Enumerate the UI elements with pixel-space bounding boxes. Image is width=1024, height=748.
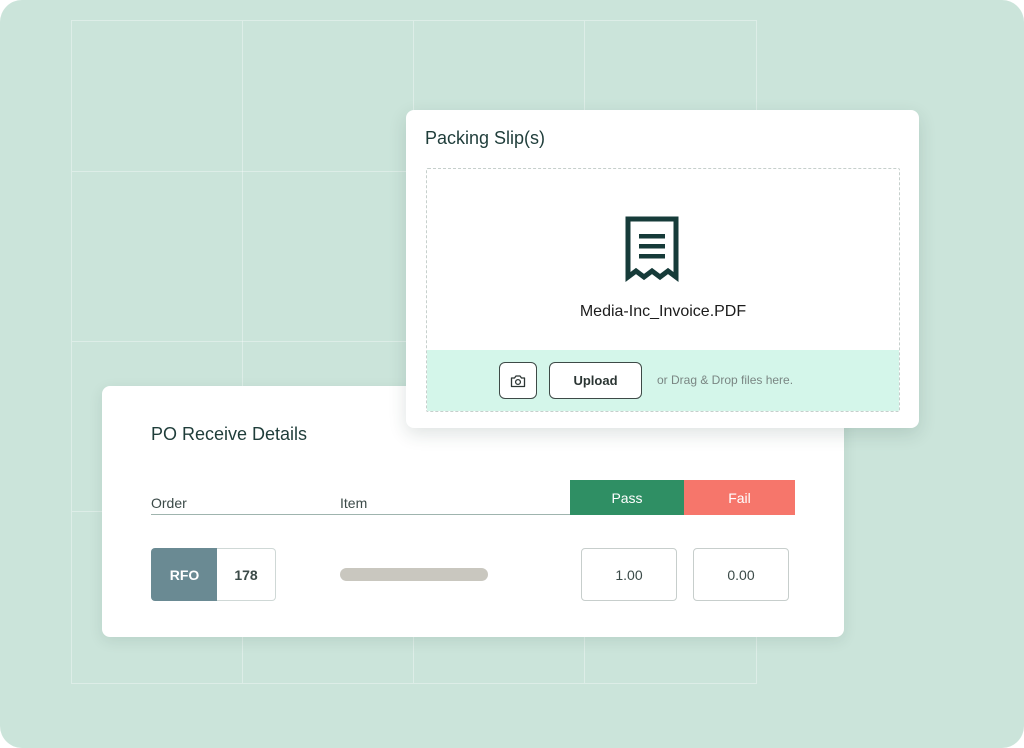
column-header-item: Item: [340, 495, 368, 511]
column-header-pass: Pass: [570, 480, 684, 515]
upload-button[interactable]: Upload: [549, 362, 642, 399]
column-header-order: Order: [151, 495, 187, 511]
camera-button[interactable]: [499, 362, 537, 399]
pass-quantity-input[interactable]: 1.00: [581, 548, 677, 601]
upload-bar: Upload or Drag & Drop files here.: [427, 350, 899, 411]
packing-slip-card: Packing Slip(s) Media-Inc_Invoice.PDF Up…: [406, 110, 919, 428]
column-header-fail: Fail: [684, 480, 795, 515]
packing-slip-title: Packing Slip(s): [425, 128, 546, 148]
fail-quantity-input[interactable]: 0.00: [693, 548, 789, 601]
item-placeholder-bar: [340, 568, 488, 581]
file-drop-zone[interactable]: Media-Inc_Invoice.PDF Upload or Drag & D…: [426, 168, 900, 412]
order-prefix-badge: RFO: [151, 548, 218, 601]
camera-icon: [510, 374, 526, 387]
uploaded-file-name[interactable]: Media-Inc_Invoice.PDF: [427, 303, 899, 321]
header-divider: [151, 514, 570, 515]
drag-drop-hint: or Drag & Drop files here.: [657, 373, 794, 387]
order-number: 178: [217, 548, 276, 601]
po-receive-title: PO Receive Details: [151, 424, 308, 444]
receipt-icon: [625, 216, 679, 282]
